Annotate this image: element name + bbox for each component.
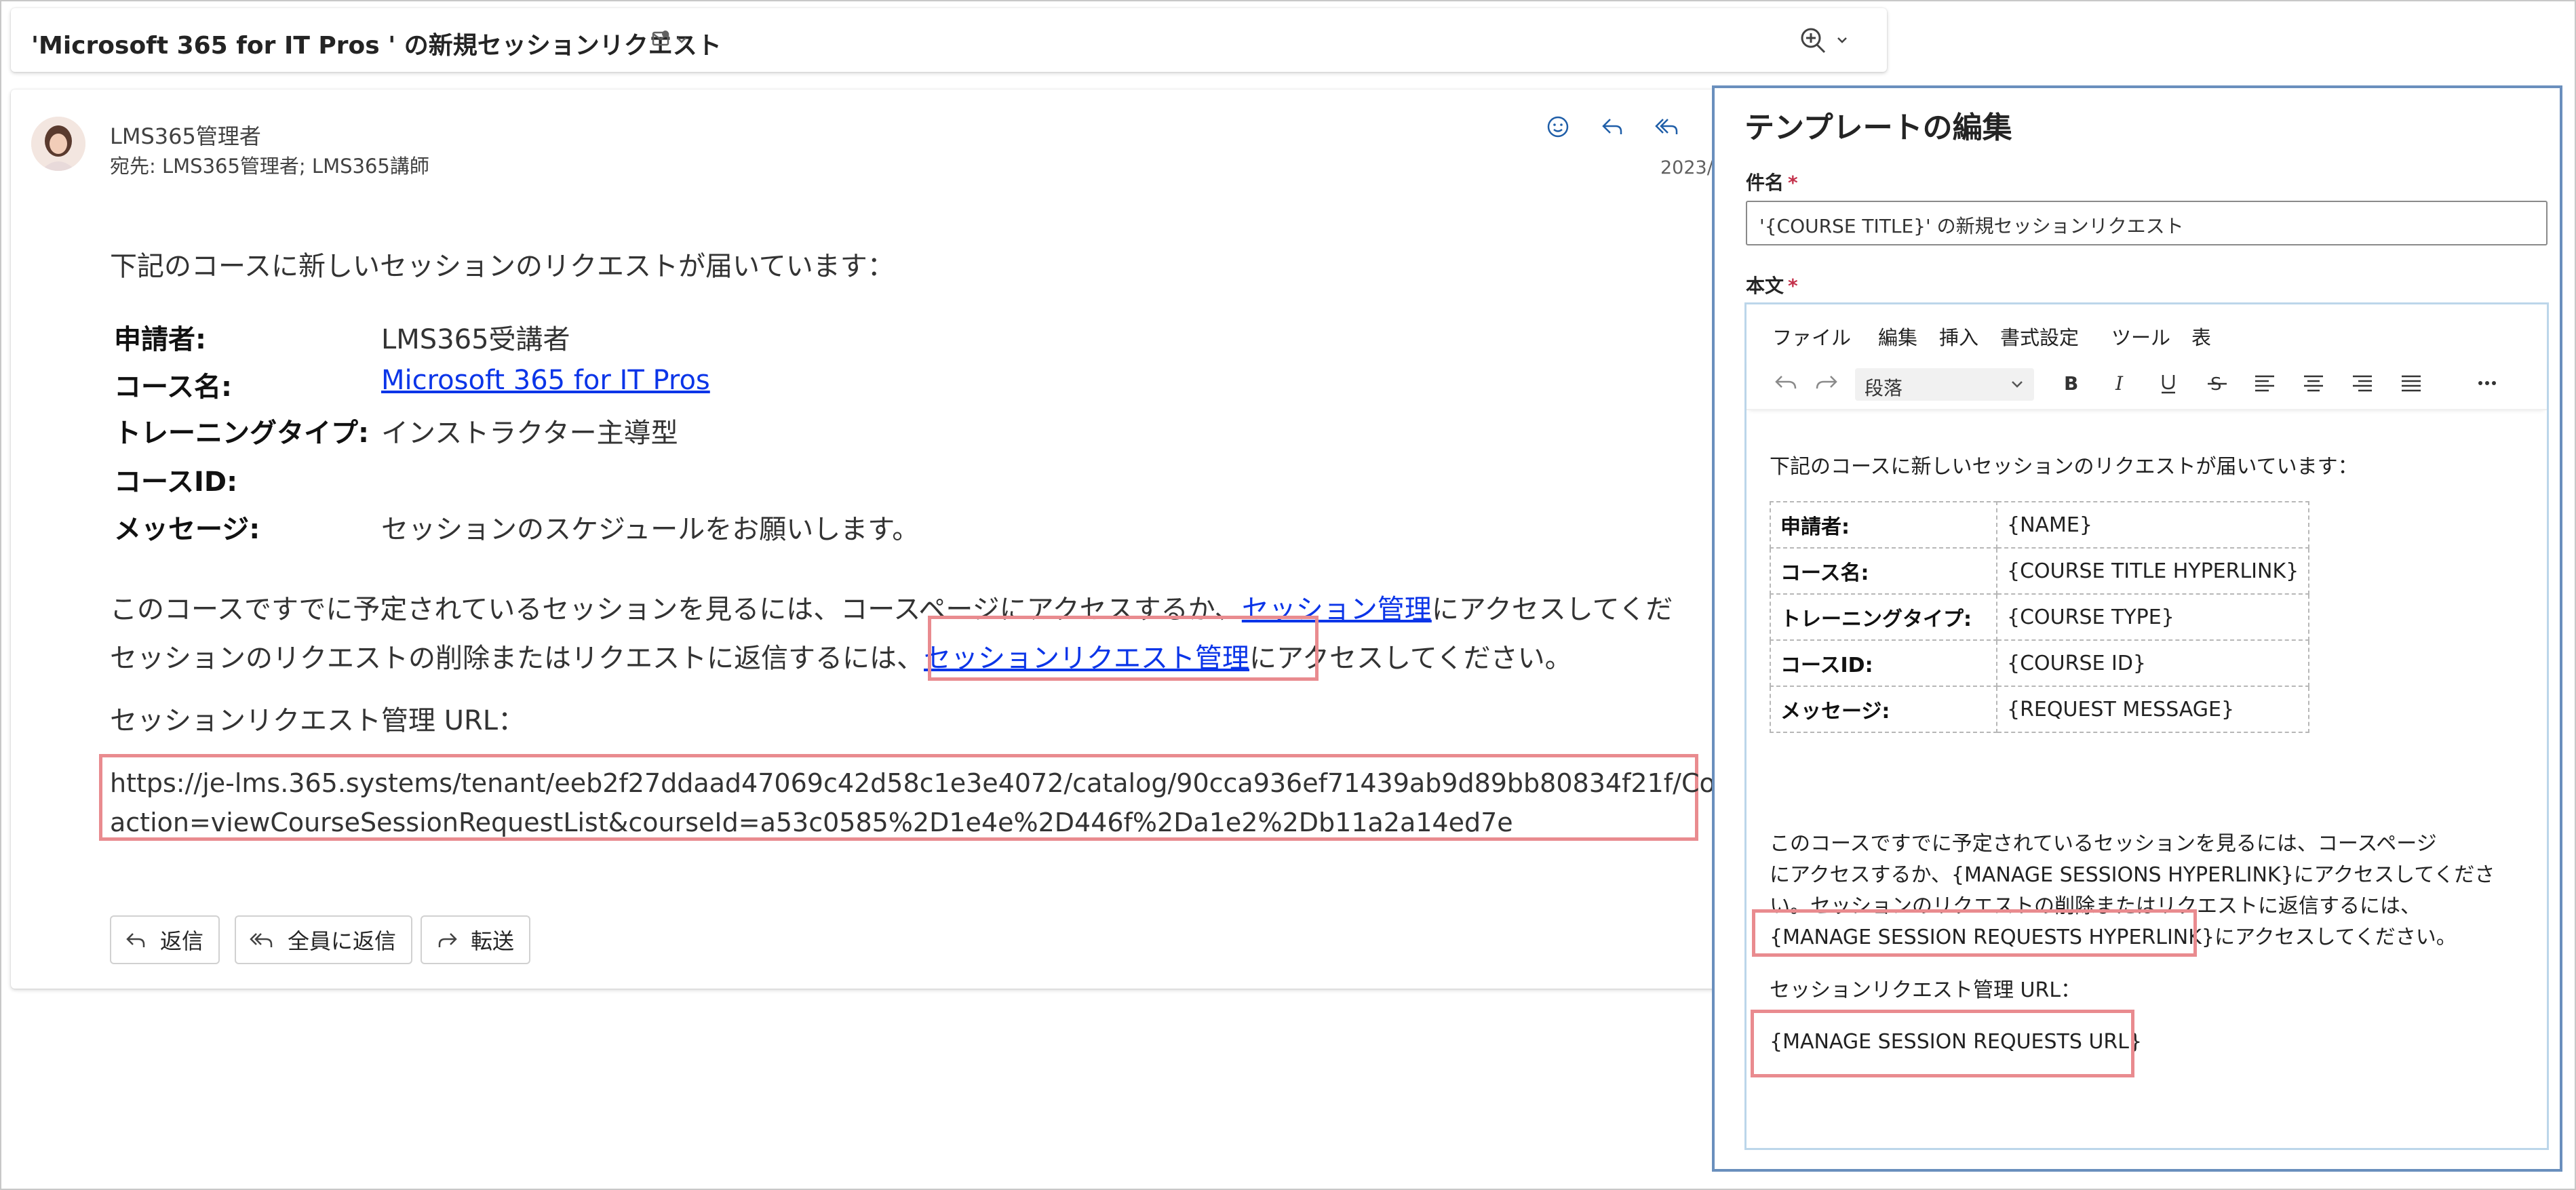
editor-toolbar: 段落 B I S xyxy=(1746,357,2547,410)
detail-value: セッションのスケジュールをお願いします。 xyxy=(381,514,920,545)
reply-button[interactable]: 返信 xyxy=(110,915,220,964)
forward-button[interactable]: 転送 xyxy=(421,915,531,964)
reply-all-button[interactable]: 全員に返信 xyxy=(235,915,413,964)
subject-field-label: 件名 * xyxy=(1746,172,1798,194)
recipients: 宛先: LMS365管理者; LMS365講師 xyxy=(110,155,429,178)
email-paragraph-requests: セッションのリクエストの削除またはリクエストに返信するには、セッションリクエスト… xyxy=(110,643,1572,674)
table-row: トレーニングタイプ: {COURSE TYPE} xyxy=(1770,593,2310,641)
zoom-icon[interactable] xyxy=(1799,26,1860,56)
email-paragraph-sessions: このコースですでに予定されているセッションを見るには、コースページにアクセスする… xyxy=(110,594,1673,625)
align-right-icon[interactable] xyxy=(2349,370,2376,397)
editor-paragraph-line: にアクセスするか、{MANAGE SESSIONS HYPERLINK}にアクセ… xyxy=(1770,863,2495,887)
menu-insert[interactable]: 挿入 xyxy=(1939,322,1978,351)
redo-icon[interactable] xyxy=(1813,370,1840,397)
detail-label: コースID: xyxy=(114,467,238,498)
table-row: メッセージ: {REQUEST MESSAGE} xyxy=(1770,686,2310,733)
url-label: セッションリクエスト管理 URL： xyxy=(110,705,526,736)
envelope-tag-icon[interactable] xyxy=(652,28,692,53)
editor-intro: 下記のコースに新しいセッションのリクエストが届いています： xyxy=(1770,455,2358,479)
menu-table[interactable]: 表 xyxy=(2191,322,2211,351)
emoji-icon[interactable] xyxy=(1541,110,1575,144)
menu-format[interactable]: 書式設定 xyxy=(2000,322,2079,351)
editor-details-table: 申請者: {NAME} コース名: {COURSE TITLE HYPERLINK}… xyxy=(1770,501,2310,733)
table-row: コース名: {COURSE TITLE HYPERLINK} xyxy=(1770,547,2310,595)
email-message: LMS365管理者 宛先: LMS365管理者; LMS365講師 2023/1… xyxy=(11,90,1781,989)
table-row: コースID: {COURSE ID} xyxy=(1770,639,2310,687)
detail-label: コース名: xyxy=(114,372,232,403)
subject-bar: 'Microsoft 365 for IT Pros ' の新規セッションリクエ… xyxy=(11,8,1887,72)
highlight-box xyxy=(1751,1010,2134,1077)
menu-file[interactable]: ファイル xyxy=(1772,322,1851,351)
editor-url-label: セッションリクエスト管理 URL： xyxy=(1770,978,2082,1002)
highlight-box xyxy=(1752,909,2197,957)
table-row: 申請者: {NAME} xyxy=(1770,501,2310,549)
reply-icon xyxy=(126,933,145,947)
strikethrough-icon[interactable]: S xyxy=(2204,370,2231,397)
detail-label: トレーニングタイプ: xyxy=(114,418,369,449)
detail-value: LMS365受講者 xyxy=(381,324,570,355)
undo-icon[interactable] xyxy=(1772,370,1799,397)
detail-label: メッセージ: xyxy=(114,514,260,545)
body-field-label: 本文 * xyxy=(1746,275,1798,297)
manage-requests-url[interactable]: https://je-lms.365.systems/tenant/eeb2f2… xyxy=(110,763,1781,842)
svg-text:I: I xyxy=(2115,372,2124,395)
reply-all-icon[interactable] xyxy=(1650,110,1683,144)
bold-icon[interactable]: B xyxy=(2057,370,2084,397)
justify-icon[interactable] xyxy=(2398,370,2425,397)
menu-edit[interactable]: 編集 xyxy=(1878,322,1917,351)
subject-input[interactable]: '{COURSE TITLE}' の新規セッションリクエスト xyxy=(1746,201,2548,245)
detail-label: 申請者: xyxy=(114,324,206,355)
editor-menubar: ファイル 編集 挿入 書式設定 ツール 表 xyxy=(1746,304,2547,355)
chevron-down-icon xyxy=(2012,381,2023,388)
course-link[interactable]: Microsoft 365 for IT Pros xyxy=(381,365,710,396)
reply-all-icon xyxy=(250,933,273,947)
email-intro: 下記のコースに新しいセッションのリクエストが届いています： xyxy=(110,251,895,282)
body-rich-text-editor[interactable]: ファイル 編集 挿入 書式設定 ツール 表 段落 B I S 下記のコースに新し… xyxy=(1744,302,2549,1150)
avatar xyxy=(31,117,85,171)
more-icon[interactable] xyxy=(2474,370,2501,397)
detail-value: インストラクター主導型 xyxy=(381,418,678,449)
reply-icon[interactable] xyxy=(1595,110,1629,144)
editor-paragraph-line: このコースですでに予定されているセッションを見るには、コースページ xyxy=(1770,832,2437,856)
format-select[interactable]: 段落 xyxy=(1855,368,2034,401)
underline-icon[interactable] xyxy=(2155,370,2182,397)
message-subject: 'Microsoft 365 for IT Pros ' の新規セッションリクエ… xyxy=(31,32,722,60)
align-center-icon[interactable] xyxy=(2300,370,2327,397)
svg-text:B: B xyxy=(2064,372,2078,395)
template-editor-panel: テンプレートの編集 件名 * '{COURSE TITLE}' の新規セッションリ… xyxy=(1712,85,2562,1172)
panel-title: テンプレートの編集 xyxy=(1744,111,2012,145)
highlight-box xyxy=(928,616,1319,681)
forward-icon xyxy=(438,933,457,947)
align-left-icon[interactable] xyxy=(2251,370,2278,397)
menu-tools[interactable]: ツール xyxy=(2111,322,2170,351)
italic-icon[interactable]: I xyxy=(2107,370,2134,397)
sender-name: LMS365管理者 xyxy=(110,123,261,149)
